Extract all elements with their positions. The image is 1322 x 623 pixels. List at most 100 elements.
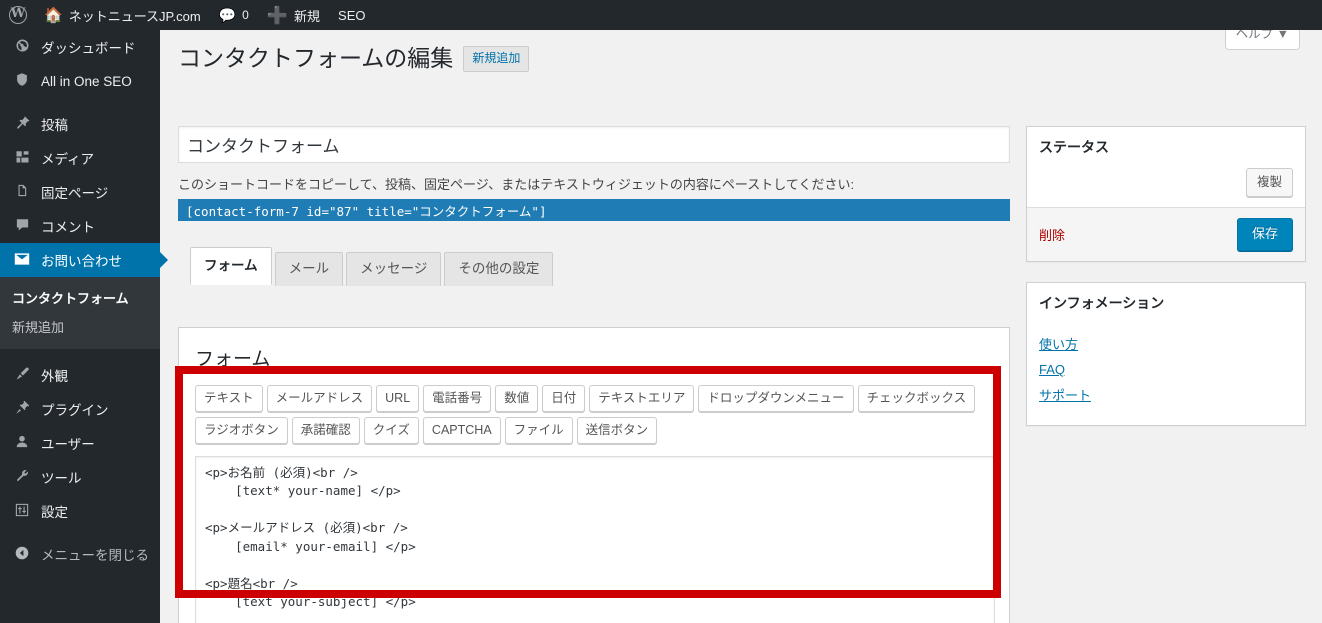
site-name-label: ネットニュースJP.com [68,8,201,24]
delete-link[interactable]: 削除 [1039,225,1065,244]
comments-menu[interactable]: 💬 0 [210,0,258,30]
wordpress-admin-screen: 🏠 ネットニュースJP.com 💬 0 ➕ 新規 SEO ダッシュボード All… [0,0,1322,623]
info-panel-title: インフォメーション [1039,294,1165,311]
post-body-content: このショートコードをコピーして、投稿、固定ページ、またはテキストウィジェットの内… [178,125,1010,287]
dashboard-icon [12,38,32,56]
settings-icon [12,503,32,520]
info-link-faq[interactable]: FAQ [1039,360,1293,380]
copy-row: 複製 [1039,168,1293,198]
sidebar-item-posts[interactable]: 投稿 [0,107,160,141]
menu-separator [0,528,160,537]
tag-button-radio[interactable]: ラジオボタン [195,416,288,444]
wordpress-logo-button[interactable] [0,0,35,30]
brush-icon [12,366,32,384]
sidebar-item-media[interactable]: メディア [0,141,160,175]
sidebar-item-contact[interactable]: お問い合わせ [0,243,168,277]
sidebar-item-comments[interactable]: コメント [0,209,160,243]
seo-menu[interactable]: SEO [329,0,374,30]
save-button[interactable]: 保存 [1236,218,1293,251]
tag-generator-buttons: テキスト メールアドレス URL 電話番号 数値 日付 テキストエリア ドロップ… [195,384,995,444]
collapse-menu-button[interactable]: メニューを閉じる [0,537,160,571]
shortcode-input[interactable] [178,199,1010,222]
wrench-icon [12,468,32,486]
sidebar-item-label: ツール [41,471,82,486]
page-title: コンタクトフォームの編集 [178,45,454,71]
info-link-how-to-use[interactable]: 使い方 [1039,335,1293,355]
sidebar-item-label: ダッシュボード [41,41,136,56]
envelope-icon [12,252,32,269]
tab-messages[interactable]: メッセージ [346,252,442,287]
tag-button-file[interactable]: ファイル [504,416,573,444]
shield-icon [12,72,32,90]
home-icon: 🏠 [44,6,63,24]
tag-button-number[interactable]: 数値 [495,384,539,412]
status-panel-title: ステータス [1039,138,1109,155]
plus-icon: ➕ [266,5,289,25]
tag-button-captcha[interactable]: CAPTCHA [422,416,501,444]
seo-label: SEO [338,7,366,23]
sidebar-item-label: メディア [41,152,95,167]
submenu-item-add-new[interactable]: 新規追加 [0,312,160,341]
tag-button-tel[interactable]: 電話番号 [423,384,492,412]
tag-button-dropdown[interactable]: ドロップダウンメニュー [698,384,854,412]
add-new-button[interactable]: 新規追加 [463,46,530,72]
sidebar-item-appearance[interactable]: 外観 [0,358,160,392]
sidebar-item-label: 外観 [41,369,68,384]
main-content-area: ヘルプ ▼ コンタクトフォームの編集 新規追加 このショートコードをコピーして、… [160,30,1322,623]
new-content-menu[interactable]: ➕ 新規 [258,0,329,30]
tag-button-text[interactable]: テキスト [195,384,263,412]
sidebar-item-all-in-one-seo[interactable]: All in One SEO [0,64,160,98]
sidebar-item-label: 固定ページ [41,186,109,201]
admin-sidebar-menu: ダッシュボード All in One SEO 投稿 メディア 固定ページ コメン… [0,30,168,623]
publishing-actions: 削除 保存 [1027,207,1305,261]
menu-separator [0,98,160,107]
side-postbox-container: ステータス 複製 削除 保存 インフォメーション 使い方 FAQ サポート [1026,125,1306,446]
sidebar-item-label: プラグイン [41,403,109,418]
admin-bar: 🏠 ネットニュースJP.com 💬 0 ➕ 新規 SEO [0,0,1322,30]
menu-separator [0,349,160,358]
form-title-input[interactable] [178,125,1010,163]
info-link-support[interactable]: サポート [1039,386,1293,406]
tag-button-submit[interactable]: 送信ボタン [576,416,658,444]
comment-icon [12,217,32,235]
submenu-item-contact-forms[interactable]: コンタクトフォーム [0,283,160,312]
tag-button-email[interactable]: メールアドレス [266,384,373,412]
sidebar-item-label: ユーザー [41,437,95,452]
sidebar-item-label: All in One SEO [41,73,132,89]
sidebar-item-plugins[interactable]: プラグイン [0,392,160,426]
page-icon [12,183,32,201]
sidebar-item-settings[interactable]: 設定 [0,494,160,528]
help-tab-label: ヘルプ [1235,30,1274,41]
editor-tabs: フォーム メール メッセージ その他の設定 [190,247,1010,287]
sidebar-item-tools[interactable]: ツール [0,460,160,494]
sidebar-item-label: コメント [41,220,95,235]
status-postbox: ステータス 複製 削除 保存 [1026,125,1306,262]
user-icon [12,434,32,452]
site-name-menu[interactable]: 🏠 ネットニュースJP.com [35,0,210,30]
tab-form[interactable]: フォーム [190,247,272,286]
tag-button-url[interactable]: URL [376,384,420,412]
tag-button-textarea[interactable]: テキストエリア [589,384,695,412]
sidebar-item-users[interactable]: ユーザー [0,426,160,460]
sidebar-item-dashboard[interactable]: ダッシュボード [0,30,160,64]
shortcode-help-text: このショートコードをコピーして、投稿、固定ページ、またはテキストウィジェットの内… [178,176,855,192]
tag-button-acceptance[interactable]: 承諾確認 [291,416,360,444]
tab-additional-settings[interactable]: その他の設定 [444,252,554,287]
wordpress-logo-icon [9,5,27,24]
sidebar-item-pages[interactable]: 固定ページ [0,175,160,209]
tag-button-quiz[interactable]: クイズ [363,416,419,444]
duplicate-button[interactable]: 複製 [1245,168,1293,198]
new-content-label: 新規 [294,8,321,24]
tag-button-checkbox[interactable]: チェックボックス [857,384,976,412]
information-postbox: インフォメーション 使い方 FAQ サポート [1026,281,1306,427]
contact-submenu: コンタクトフォーム 新規追加 [0,277,160,349]
title-field-wrapper [178,125,1010,163]
plug-icon [12,400,32,418]
info-panel-body: 使い方 FAQ サポート [1027,325,1305,426]
form-editor-panel: フォーム テキスト メールアドレス URL 電話番号 数値 日付 テキストエリア… [178,326,1010,623]
help-tab-button[interactable]: ヘルプ ▼ [1224,30,1300,50]
tab-mail[interactable]: メール [274,252,344,287]
form-textarea[interactable] [195,455,995,623]
collapse-menu-label: メニューを閉じる [41,548,149,563]
tag-button-date[interactable]: 日付 [542,384,586,412]
